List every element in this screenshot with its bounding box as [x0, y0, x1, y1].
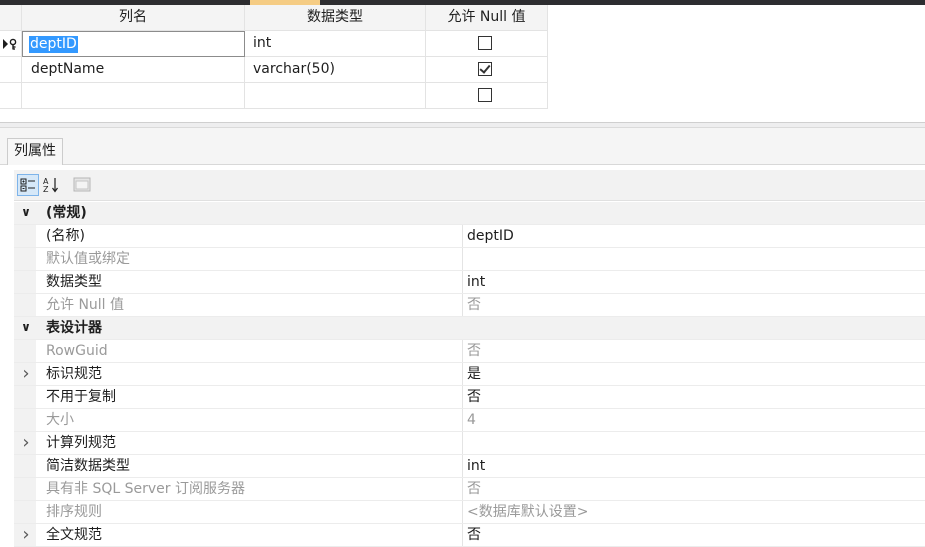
- property-name: 大小: [46, 409, 463, 431]
- property-value[interactable]: 否: [467, 524, 481, 546]
- property-value[interactable]: int: [467, 455, 485, 477]
- property-name: 标识规范: [46, 363, 463, 385]
- allow-null-checkbox[interactable]: [478, 88, 492, 102]
- property-row-gutter: [14, 455, 36, 477]
- property-value[interactable]: 否: [467, 340, 481, 362]
- property-name: 排序规则: [46, 501, 463, 523]
- allow-null-cell[interactable]: [426, 31, 548, 57]
- row-selector[interactable]: [0, 57, 22, 83]
- property-category-label: 表设计器: [46, 320, 102, 336]
- property-row[interactable]: (名称) deptID: [14, 225, 925, 248]
- selected-text: deptID: [29, 36, 78, 53]
- sort-alphabetical-button[interactable]: A Z: [41, 174, 63, 196]
- property-row-gutter: [14, 294, 36, 316]
- data-type-header[interactable]: 数据类型: [245, 5, 426, 31]
- table-row[interactable]: deptName varchar(50): [0, 57, 548, 83]
- property-row[interactable]: RowGuid 否: [14, 340, 925, 363]
- table-row[interactable]: [0, 83, 548, 109]
- column-name-header[interactable]: 列名: [22, 5, 245, 31]
- allow-null-checkbox[interactable]: [478, 62, 492, 76]
- tab-strip: 列属性: [0, 128, 925, 165]
- primary-key-current-row-icon: [3, 38, 17, 50]
- property-row[interactable]: 数据类型 int: [14, 271, 925, 294]
- property-name: 全文规范: [46, 524, 463, 546]
- property-name: (名称): [46, 225, 463, 247]
- properties-toolbar: A Z: [14, 170, 925, 201]
- allow-null-header[interactable]: 允许 Null 值: [426, 5, 548, 31]
- categorized-button[interactable]: [17, 174, 39, 196]
- property-row[interactable]: › 标识规范是: [14, 363, 925, 386]
- chevron-right-icon[interactable]: ›: [19, 363, 33, 385]
- row-selector[interactable]: [0, 31, 22, 57]
- svg-text:Z: Z: [43, 185, 49, 194]
- data-type-cell[interactable]: varchar(50): [245, 57, 426, 83]
- property-value[interactable]: deptID: [467, 225, 514, 247]
- column-name-cell[interactable]: deptName: [22, 57, 245, 83]
- property-row-gutter: [14, 271, 36, 293]
- chevron-right-icon[interactable]: ›: [19, 524, 33, 546]
- property-pages-button[interactable]: [71, 174, 93, 196]
- property-pages-icon: [73, 177, 91, 192]
- chevron-right-icon[interactable]: ›: [19, 432, 33, 454]
- property-name: RowGuid: [46, 340, 463, 362]
- property-row[interactable]: 不用于复制否: [14, 386, 925, 409]
- property-value[interactable]: 否: [467, 294, 481, 316]
- property-row-gutter: [14, 340, 36, 362]
- tab-column-properties[interactable]: 列属性: [7, 138, 63, 165]
- property-row[interactable]: 大小 4: [14, 409, 925, 432]
- property-row-gutter: [14, 225, 36, 247]
- categorized-icon: [20, 178, 35, 192]
- row-selector-header: [0, 5, 22, 31]
- property-name: 简洁数据类型: [46, 455, 463, 477]
- property-row[interactable]: 默认值或绑定: [14, 248, 925, 271]
- property-row[interactable]: 简洁数据类型 int: [14, 455, 925, 478]
- column-name-cell[interactable]: [22, 83, 245, 109]
- property-value[interactable]: int: [467, 271, 485, 293]
- allow-null-cell[interactable]: [426, 57, 548, 83]
- property-row[interactable]: › 计算列规范: [14, 432, 925, 455]
- property-category-row[interactable]: ∨ 表设计器: [14, 317, 925, 340]
- chevron-down-icon[interactable]: ∨: [19, 317, 33, 339]
- sort-alpha-icon: A Z: [43, 177, 58, 194]
- row-selector[interactable]: [0, 83, 22, 109]
- property-name: 允许 Null 值: [46, 294, 463, 316]
- table-row[interactable]: deptID int: [0, 31, 548, 57]
- property-value[interactable]: <数据库默认设置>: [467, 501, 588, 523]
- property-category-label: (常规): [46, 205, 87, 221]
- property-category-row[interactable]: ∨ (常规): [14, 202, 925, 225]
- allow-null-cell[interactable]: [426, 83, 548, 109]
- data-type-cell[interactable]: int: [245, 31, 426, 57]
- property-name: 默认值或绑定: [46, 248, 463, 270]
- property-value[interactable]: 否: [467, 478, 481, 500]
- chevron-down-icon[interactable]: ∨: [19, 202, 33, 224]
- property-grid: ∨ (常规) (名称) deptID 默认值或绑定 数据类型 int 允许 Null 值否 ∨ 表…: [14, 202, 925, 547]
- property-row-gutter: [14, 478, 36, 500]
- property-name: 计算列规范: [46, 432, 463, 454]
- table-designer-grid: 列名 数据类型 允许 Null 值 deptID int deptName va…: [0, 5, 548, 109]
- column-properties-panel: 列属性 A Z ∨ (常规) (名称) deptID 默认值或绑定 数据类型 i…: [0, 128, 925, 547]
- property-name: 不用于复制: [46, 386, 463, 408]
- property-value[interactable]: 是: [467, 363, 481, 385]
- property-row-gutter: [14, 409, 36, 431]
- property-row-gutter: [14, 248, 36, 270]
- allow-null-checkbox[interactable]: [478, 36, 492, 50]
- property-value[interactable]: 4: [467, 409, 476, 431]
- property-value[interactable]: 否: [467, 386, 481, 408]
- property-row-gutter: [14, 501, 36, 523]
- grid-header: 列名 数据类型 允许 Null 值: [0, 5, 548, 31]
- data-type-cell[interactable]: [245, 83, 426, 109]
- property-row[interactable]: 允许 Null 值否: [14, 294, 925, 317]
- column-name-input[interactable]: deptID: [22, 31, 245, 57]
- property-name: 具有非 SQL Server 订阅服务器: [46, 478, 463, 500]
- property-row-gutter: [14, 386, 36, 408]
- property-row[interactable]: › 全文规范否: [14, 524, 925, 547]
- property-name: 数据类型: [46, 271, 463, 293]
- property-row[interactable]: 具有非 SQL Server 订阅服务器否: [14, 478, 925, 501]
- property-row[interactable]: 排序规则 <数据库默认设置>: [14, 501, 925, 524]
